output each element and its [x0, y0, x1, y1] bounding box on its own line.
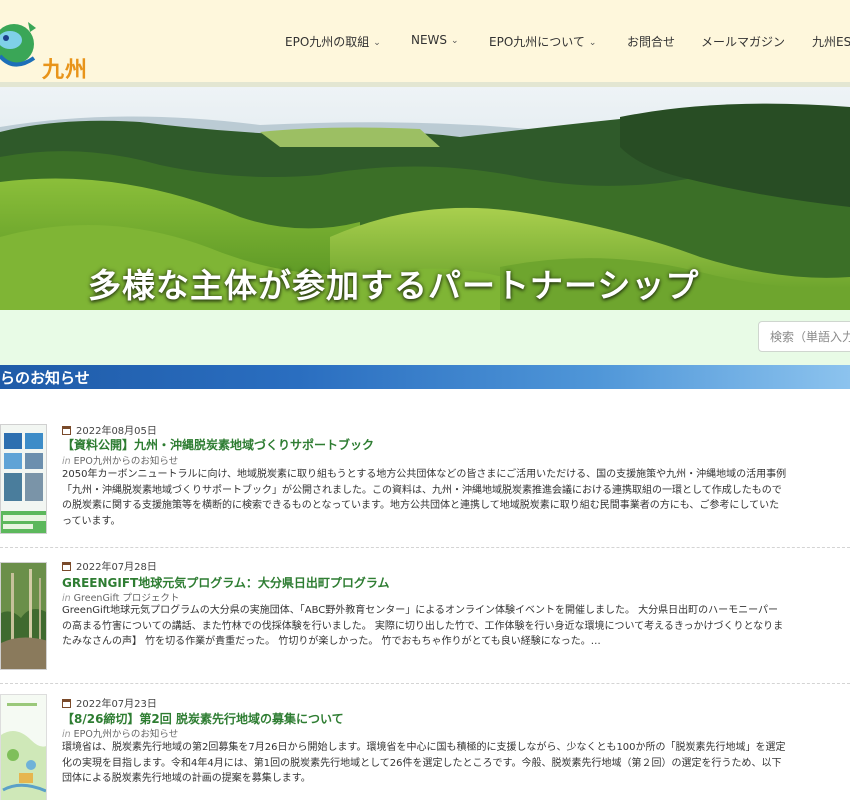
- site-header: 九州 EPO九州の取組 ⌄ NEWS ⌄ EPO九州について ⌄ お問合せ メールマガ…: [0, 0, 850, 83]
- hero-banner: 多様な主体が参加するパートナーシップ 阿: [0, 87, 850, 310]
- chevron-down-icon: ⌄: [451, 36, 459, 46]
- post-title-link[interactable]: GREENGIFT地球元気プログラム：大分県日出町プログラム: [62, 574, 390, 591]
- nav-item-mail-magazine[interactable]: メールマガジン: [701, 33, 785, 50]
- post-category-link[interactable]: EPO九州からのお知らせ: [74, 456, 179, 467]
- post-thumbnail[interactable]: [0, 424, 47, 534]
- news-section-header: らのお知らせ: [0, 365, 850, 389]
- post-date: 2022年07月28日: [62, 558, 157, 573]
- post-title-link[interactable]: 【資料公開】九州・沖縄脱炭素地域づくりサポートブック: [62, 436, 374, 453]
- post-category: in GreenGift プロジェクト: [62, 593, 180, 604]
- post-title-link[interactable]: 【8/26締切】第2回 脱炭素先行地域の募集について: [62, 710, 344, 727]
- hero-title: 多様な主体が参加するパートナーシップ: [88, 266, 700, 305]
- post-excerpt: GreenGift地球元気プログラムの大分県の実施団体、「ABC野外教育センター…: [62, 605, 784, 647]
- thumbnail-image: [1, 695, 46, 800]
- thumbnail-image: [1, 425, 46, 533]
- post-category: in EPO九州からのお知らせ: [62, 729, 179, 740]
- search-band: [0, 310, 850, 365]
- nav-item-news[interactable]: NEWS ⌄: [411, 33, 459, 47]
- post-thumbnail[interactable]: [0, 562, 47, 670]
- post-divider: [0, 547, 850, 548]
- post-excerpt: 環境省は、脱炭素先行地域の第2回募集を7月26日から開始します。環境省を中心に国…: [62, 742, 786, 784]
- nav-item-about-epo[interactable]: EPO九州について ⌄: [489, 33, 596, 50]
- section-title: らのお知らせ: [0, 369, 90, 387]
- post-category: in EPO九州からのお知らせ: [62, 456, 179, 467]
- thumbnail-image: [1, 563, 46, 669]
- post-date: 2022年08月05日: [62, 422, 157, 437]
- post-excerpt: 2050年カーボンニュートラルに向け、地域脱炭素に取り組もうとする地方公共団体な…: [62, 469, 787, 527]
- post-divider: [0, 683, 850, 684]
- logo-text: 九州: [42, 58, 89, 83]
- calendar-icon: [62, 562, 71, 571]
- chevron-down-icon: ⌄: [588, 38, 597, 48]
- calendar-icon: [62, 699, 71, 708]
- nav-item-epo-initiatives[interactable]: EPO九州の取組 ⌄: [285, 33, 381, 50]
- search-box: [758, 321, 850, 352]
- main-nav: EPO九州の取組 ⌄ NEWS ⌄ EPO九州について ⌄ お問合せ メールマガジン …: [0, 33, 850, 53]
- post-date: 2022年07月23日: [62, 695, 157, 710]
- chevron-down-icon: ⌄: [373, 38, 381, 48]
- post-category-link[interactable]: EPO九州からのお知らせ: [74, 729, 179, 740]
- nav-item-kyushu-esd[interactable]: 九州ES: [812, 33, 850, 50]
- search-input[interactable]: [759, 322, 850, 351]
- calendar-icon: [62, 426, 71, 435]
- nav-item-contact[interactable]: お問合せ: [627, 33, 675, 50]
- post-thumbnail[interactable]: [0, 694, 47, 800]
